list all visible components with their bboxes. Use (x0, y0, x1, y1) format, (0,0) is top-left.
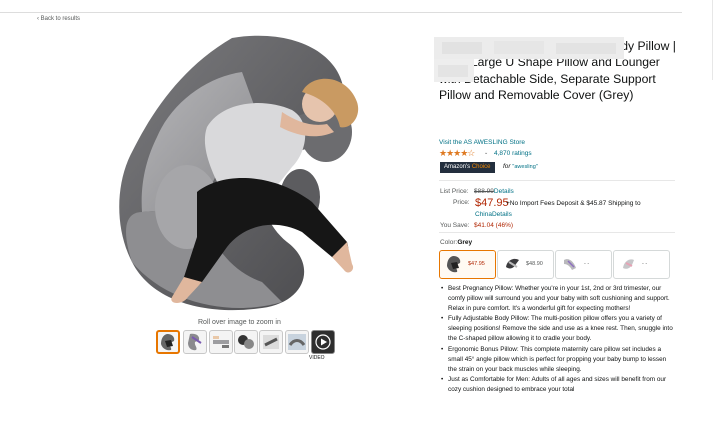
list-item: Fully Adjustable Body Pillow: The multi-… (441, 314, 676, 344)
save-label: You Save: (440, 222, 470, 229)
thumbnail-2[interactable] (183, 330, 207, 354)
pillow-swatch-icon (623, 259, 634, 269)
thumbnail-3[interactable] (209, 330, 233, 354)
option-price: - - (642, 261, 648, 267)
amazons-choice-badge[interactable]: Amazon's Choice (440, 162, 495, 173)
price-label: Price: (453, 199, 470, 206)
thumbnail-video[interactable] (311, 330, 335, 354)
shipping-details[interactable]: ChinaDetails (475, 211, 512, 218)
list-item: Best Pregnancy Pillow: Whether you're in… (441, 284, 676, 314)
back-to-results-link[interactable]: ‹ Back to results (37, 16, 80, 22)
divider (439, 180, 675, 181)
list-item: Ergonomic Bonus Pillow: This complete ma… (441, 345, 676, 375)
zoom-hint: Roll over image to zoom in (198, 319, 281, 326)
option-price: $48.90 (526, 261, 543, 267)
pillow-thumbnail-icon (161, 334, 175, 351)
color-option-4[interactable]: - - (613, 250, 670, 279)
feature-bullets: Best Pregnancy Pillow: Whether you're in… (441, 284, 676, 395)
color-option-2[interactable]: $48.90 (497, 250, 554, 279)
list-item: Just as Comfortable for Men: Adults of a… (441, 375, 676, 395)
pillow-thumbnail-icon (263, 335, 279, 349)
save-value: $41.04 (46%) (474, 222, 514, 229)
list-price-label: List Price: (440, 188, 469, 195)
ratings-count-link[interactable]: 4,870 ratings (494, 150, 532, 157)
top-divider (0, 12, 682, 13)
color-option-3[interactable]: - - (555, 250, 612, 279)
chevron-down-icon[interactable]: ⌄ (484, 150, 488, 156)
color-option-1[interactable]: $47.95 (439, 250, 496, 279)
shipping-note: +No Import Fees Deposit & $45.87 Shippin… (506, 200, 641, 207)
thumbnail-5[interactable] (259, 330, 283, 354)
blurred-title-overlay (434, 37, 624, 82)
option-price: - - (584, 261, 590, 267)
option-price: $47.95 (468, 261, 485, 267)
pillow-thumbnail-icon (288, 334, 306, 350)
thumbnail-6[interactable] (285, 330, 309, 354)
play-icon (315, 334, 331, 350)
list-price: $88.99Details (474, 188, 514, 195)
choice-for-term: for "awesling" (503, 163, 538, 170)
pillow-swatch-icon (447, 256, 461, 273)
pillow-swatch-icon (506, 258, 519, 269)
price-value: $47.95 (475, 197, 509, 209)
color-label: Color:Grey (440, 239, 473, 246)
pillow-thumbnail-icon (238, 335, 254, 349)
list-price-details-link[interactable]: Details (494, 188, 514, 195)
pillow-thumbnail-icon (213, 336, 229, 348)
scrollbar-track[interactable] (712, 0, 713, 80)
pillow-swatch-icon (564, 259, 576, 270)
product-main-image[interactable] (112, 32, 374, 316)
thumbnail-1[interactable] (156, 330, 180, 354)
divider (439, 232, 675, 233)
store-link[interactable]: Visit the AS AWESLING Store (439, 139, 525, 146)
video-label: VIDEO (309, 355, 325, 361)
thumbnail-4[interactable] (234, 330, 258, 354)
star-rating[interactable]: ★★★★☆ (439, 148, 475, 159)
pillow-thumbnail-icon (188, 333, 202, 351)
